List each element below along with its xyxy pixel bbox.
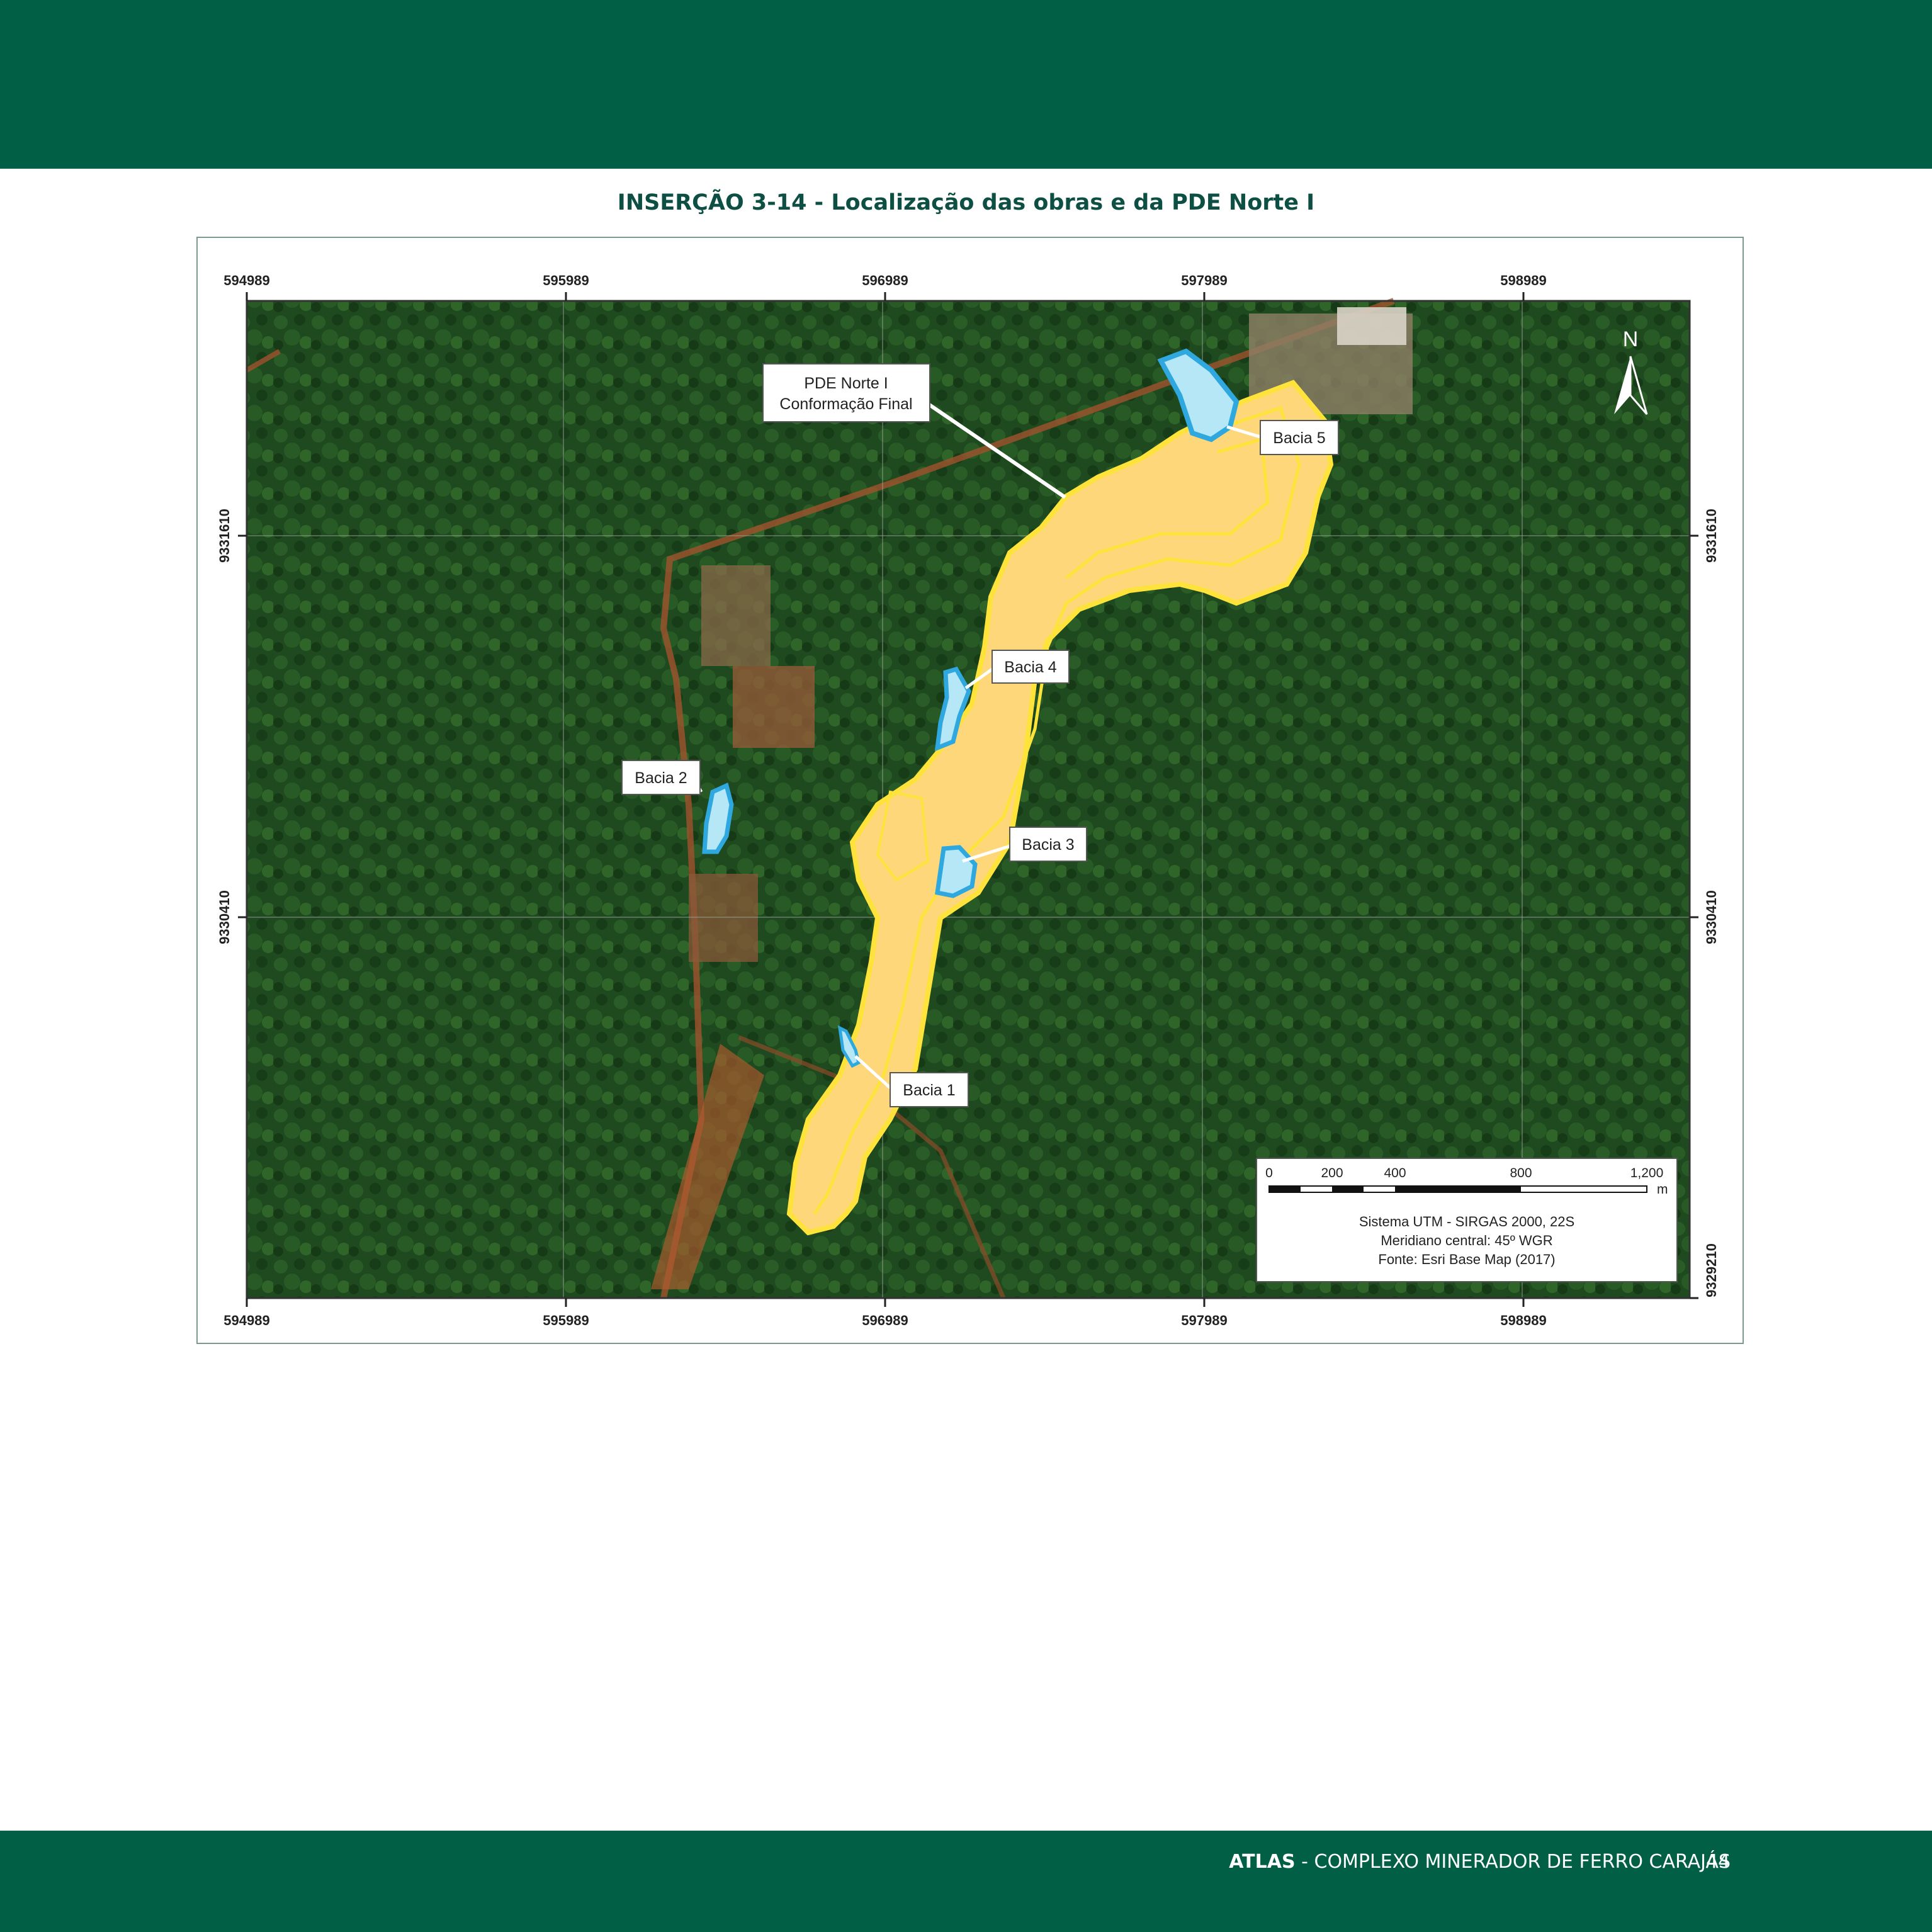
footer-subtitle: - COMPLEXO MINERADOR DE FERRO CARAJÁS bbox=[1295, 1851, 1731, 1873]
bottom-tick-1: 594989 bbox=[223, 1313, 269, 1328]
right-tick-3: 9329210 bbox=[1703, 1243, 1719, 1297]
left-tick-1: 9331610 bbox=[217, 509, 232, 563]
scale-label-400: 400 bbox=[1384, 1166, 1406, 1180]
north-label: N bbox=[1623, 327, 1639, 351]
scale-label-0: 0 bbox=[1265, 1166, 1273, 1180]
scale-label-200: 200 bbox=[1321, 1166, 1343, 1180]
bottom-coordinate-ticks: 594989 595989 596989 597989 598989 bbox=[223, 1313, 1546, 1328]
legend-source: Fonte: Esri Base Map (2017) bbox=[1378, 1251, 1555, 1267]
right-coordinate-ticks: 9331610 9330410 9329210 bbox=[1703, 509, 1719, 1297]
pile-callout bbox=[762, 363, 930, 422]
basin-4-label: Bacia 4 bbox=[1004, 658, 1056, 676]
top-tick-1: 594989 bbox=[223, 273, 269, 288]
bottom-tick-3: 596989 bbox=[862, 1313, 908, 1328]
top-tick-5: 598989 bbox=[1500, 273, 1546, 288]
map-frame: PDE Norte I Conformação Final Bacia 5 Ba… bbox=[196, 237, 1744, 1344]
bottom-tick-2: 595989 bbox=[543, 1313, 589, 1328]
figure-caption: INSERÇÃO 3-14 - Localização das obras e … bbox=[617, 190, 1315, 215]
map-svg: PDE Norte I Conformação Final Bacia 5 Ba… bbox=[217, 273, 1719, 1328]
bottom-tick-4: 597989 bbox=[1181, 1313, 1227, 1328]
basin-5-label: Bacia 5 bbox=[1273, 429, 1325, 447]
basin-1-label: Bacia 1 bbox=[903, 1082, 955, 1099]
pile-label-line1: PDE Norte I bbox=[804, 375, 888, 392]
legend-meridian: Meridiano central: 45º WGR bbox=[1381, 1233, 1552, 1248]
right-tick-2: 9330410 bbox=[1703, 890, 1719, 944]
left-coordinate-ticks: 9331610 9330410 bbox=[217, 509, 232, 944]
top-tick-4: 597989 bbox=[1181, 273, 1227, 288]
left-tick-2: 9330410 bbox=[217, 890, 232, 944]
footer-bar bbox=[0, 1831, 1932, 1932]
footer-title: ATLAS - COMPLEXO MINERADOR DE FERRO CARA… bbox=[1229, 1851, 1731, 1873]
top-coordinate-ticks: 594989 595989 596989 597989 598989 bbox=[223, 273, 1546, 288]
footer-brand: ATLAS bbox=[1229, 1851, 1296, 1873]
scale-label-1200: 1,200 bbox=[1630, 1166, 1664, 1180]
top-tick-2: 595989 bbox=[543, 273, 589, 288]
right-tick-1: 9331610 bbox=[1703, 509, 1719, 563]
scale-unit: m bbox=[1657, 1182, 1668, 1197]
bottom-tick-5: 598989 bbox=[1500, 1313, 1546, 1328]
top-tick-3: 596989 bbox=[862, 273, 908, 288]
basin-3-label: Bacia 3 bbox=[1022, 836, 1074, 854]
header-bar bbox=[0, 0, 1932, 169]
page-number: 44 bbox=[1706, 1851, 1731, 1873]
pile-label-line2: Conformação Final bbox=[779, 395, 912, 413]
scale-label-800: 800 bbox=[1510, 1166, 1532, 1180]
legend-crs: Sistema UTM - SIRGAS 2000, 22S bbox=[1359, 1214, 1574, 1229]
basin-2-label: Bacia 2 bbox=[635, 769, 687, 787]
legend-box: 0 200 400 800 1,200 m Sistema UTM - SIRG… bbox=[1256, 1158, 1678, 1282]
